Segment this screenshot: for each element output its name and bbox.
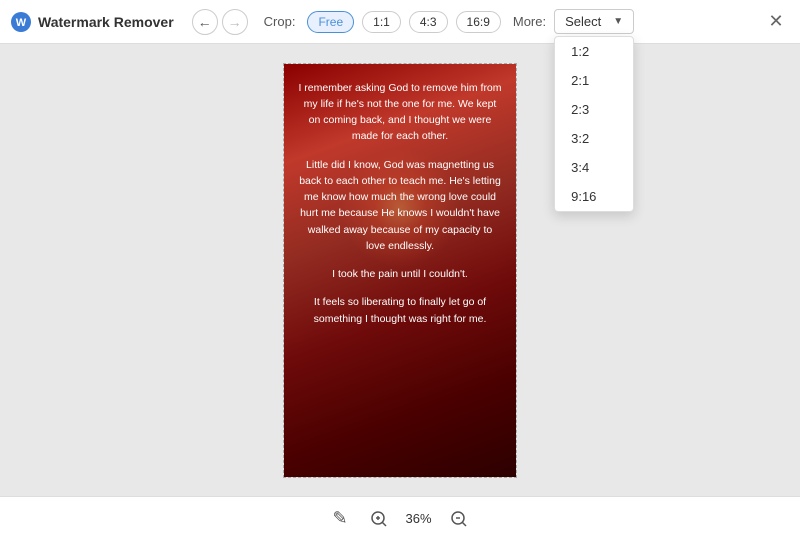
dropdown-item-9-16[interactable]: 9:16	[555, 182, 633, 211]
app-logo-area: W Watermark Remover	[10, 11, 174, 33]
nav-back-button[interactable]: ←	[192, 9, 218, 35]
image-container: I remember asking God to remove him from…	[283, 63, 517, 478]
select-label: Select	[565, 14, 601, 29]
close-button[interactable]: ✕	[762, 8, 790, 36]
crop-16-9-button[interactable]: 16:9	[456, 11, 501, 33]
nav-buttons: ← →	[192, 9, 248, 35]
svg-text:W: W	[16, 17, 27, 29]
image-paragraph-2: Little did I know, God was magnetting us…	[298, 157, 502, 255]
dropdown-menu: 1:2 2:1 2:3 3:2 3:4 9:16	[554, 36, 634, 212]
image-paragraph-4: It feels so liberating to finally let go…	[298, 294, 502, 327]
crop-4-3-button[interactable]: 4:3	[409, 11, 448, 33]
zoom-level-display: 36%	[406, 511, 432, 526]
hand-tool-button[interactable]: ✎	[328, 504, 351, 533]
select-button[interactable]: Select ▼	[554, 9, 634, 34]
toolbar: W Watermark Remover ← → Crop: Free 1:1 4…	[0, 0, 800, 44]
chevron-down-icon: ▼	[613, 16, 623, 27]
bottom-toolbar: ✎ 36%	[0, 496, 800, 540]
crop-1-1-button[interactable]: 1:1	[362, 11, 401, 33]
nav-forward-button[interactable]: →	[222, 9, 248, 35]
dropdown-item-3-2[interactable]: 3:2	[555, 124, 633, 153]
dropdown-item-2-3[interactable]: 2:3	[555, 95, 633, 124]
more-label: More:	[513, 14, 546, 29]
image-paragraph-3: I took the pain until I couldn't.	[298, 266, 502, 282]
crop-label: Crop:	[264, 14, 296, 29]
app-title: Watermark Remover	[38, 14, 174, 30]
image-text-overlay: I remember asking God to remove him from…	[284, 64, 516, 355]
dropdown-item-3-4[interactable]: 3:4	[555, 153, 633, 182]
select-wrapper: Select ▼ 1:2 2:1 2:3 3:2 3:4 9:16	[554, 9, 634, 34]
dropdown-item-1-2[interactable]: 1:2	[555, 37, 633, 66]
zoom-out-button[interactable]	[446, 506, 472, 532]
dropdown-item-2-1[interactable]: 2:1	[555, 66, 633, 95]
app-logo-icon: W	[10, 11, 32, 33]
image-paragraph-1: I remember asking God to remove him from…	[298, 80, 502, 145]
zoom-in-button[interactable]	[366, 506, 392, 532]
crop-free-button[interactable]: Free	[307, 11, 354, 33]
canvas-area: I remember asking God to remove him from…	[0, 44, 800, 496]
image-background: I remember asking God to remove him from…	[284, 64, 516, 477]
